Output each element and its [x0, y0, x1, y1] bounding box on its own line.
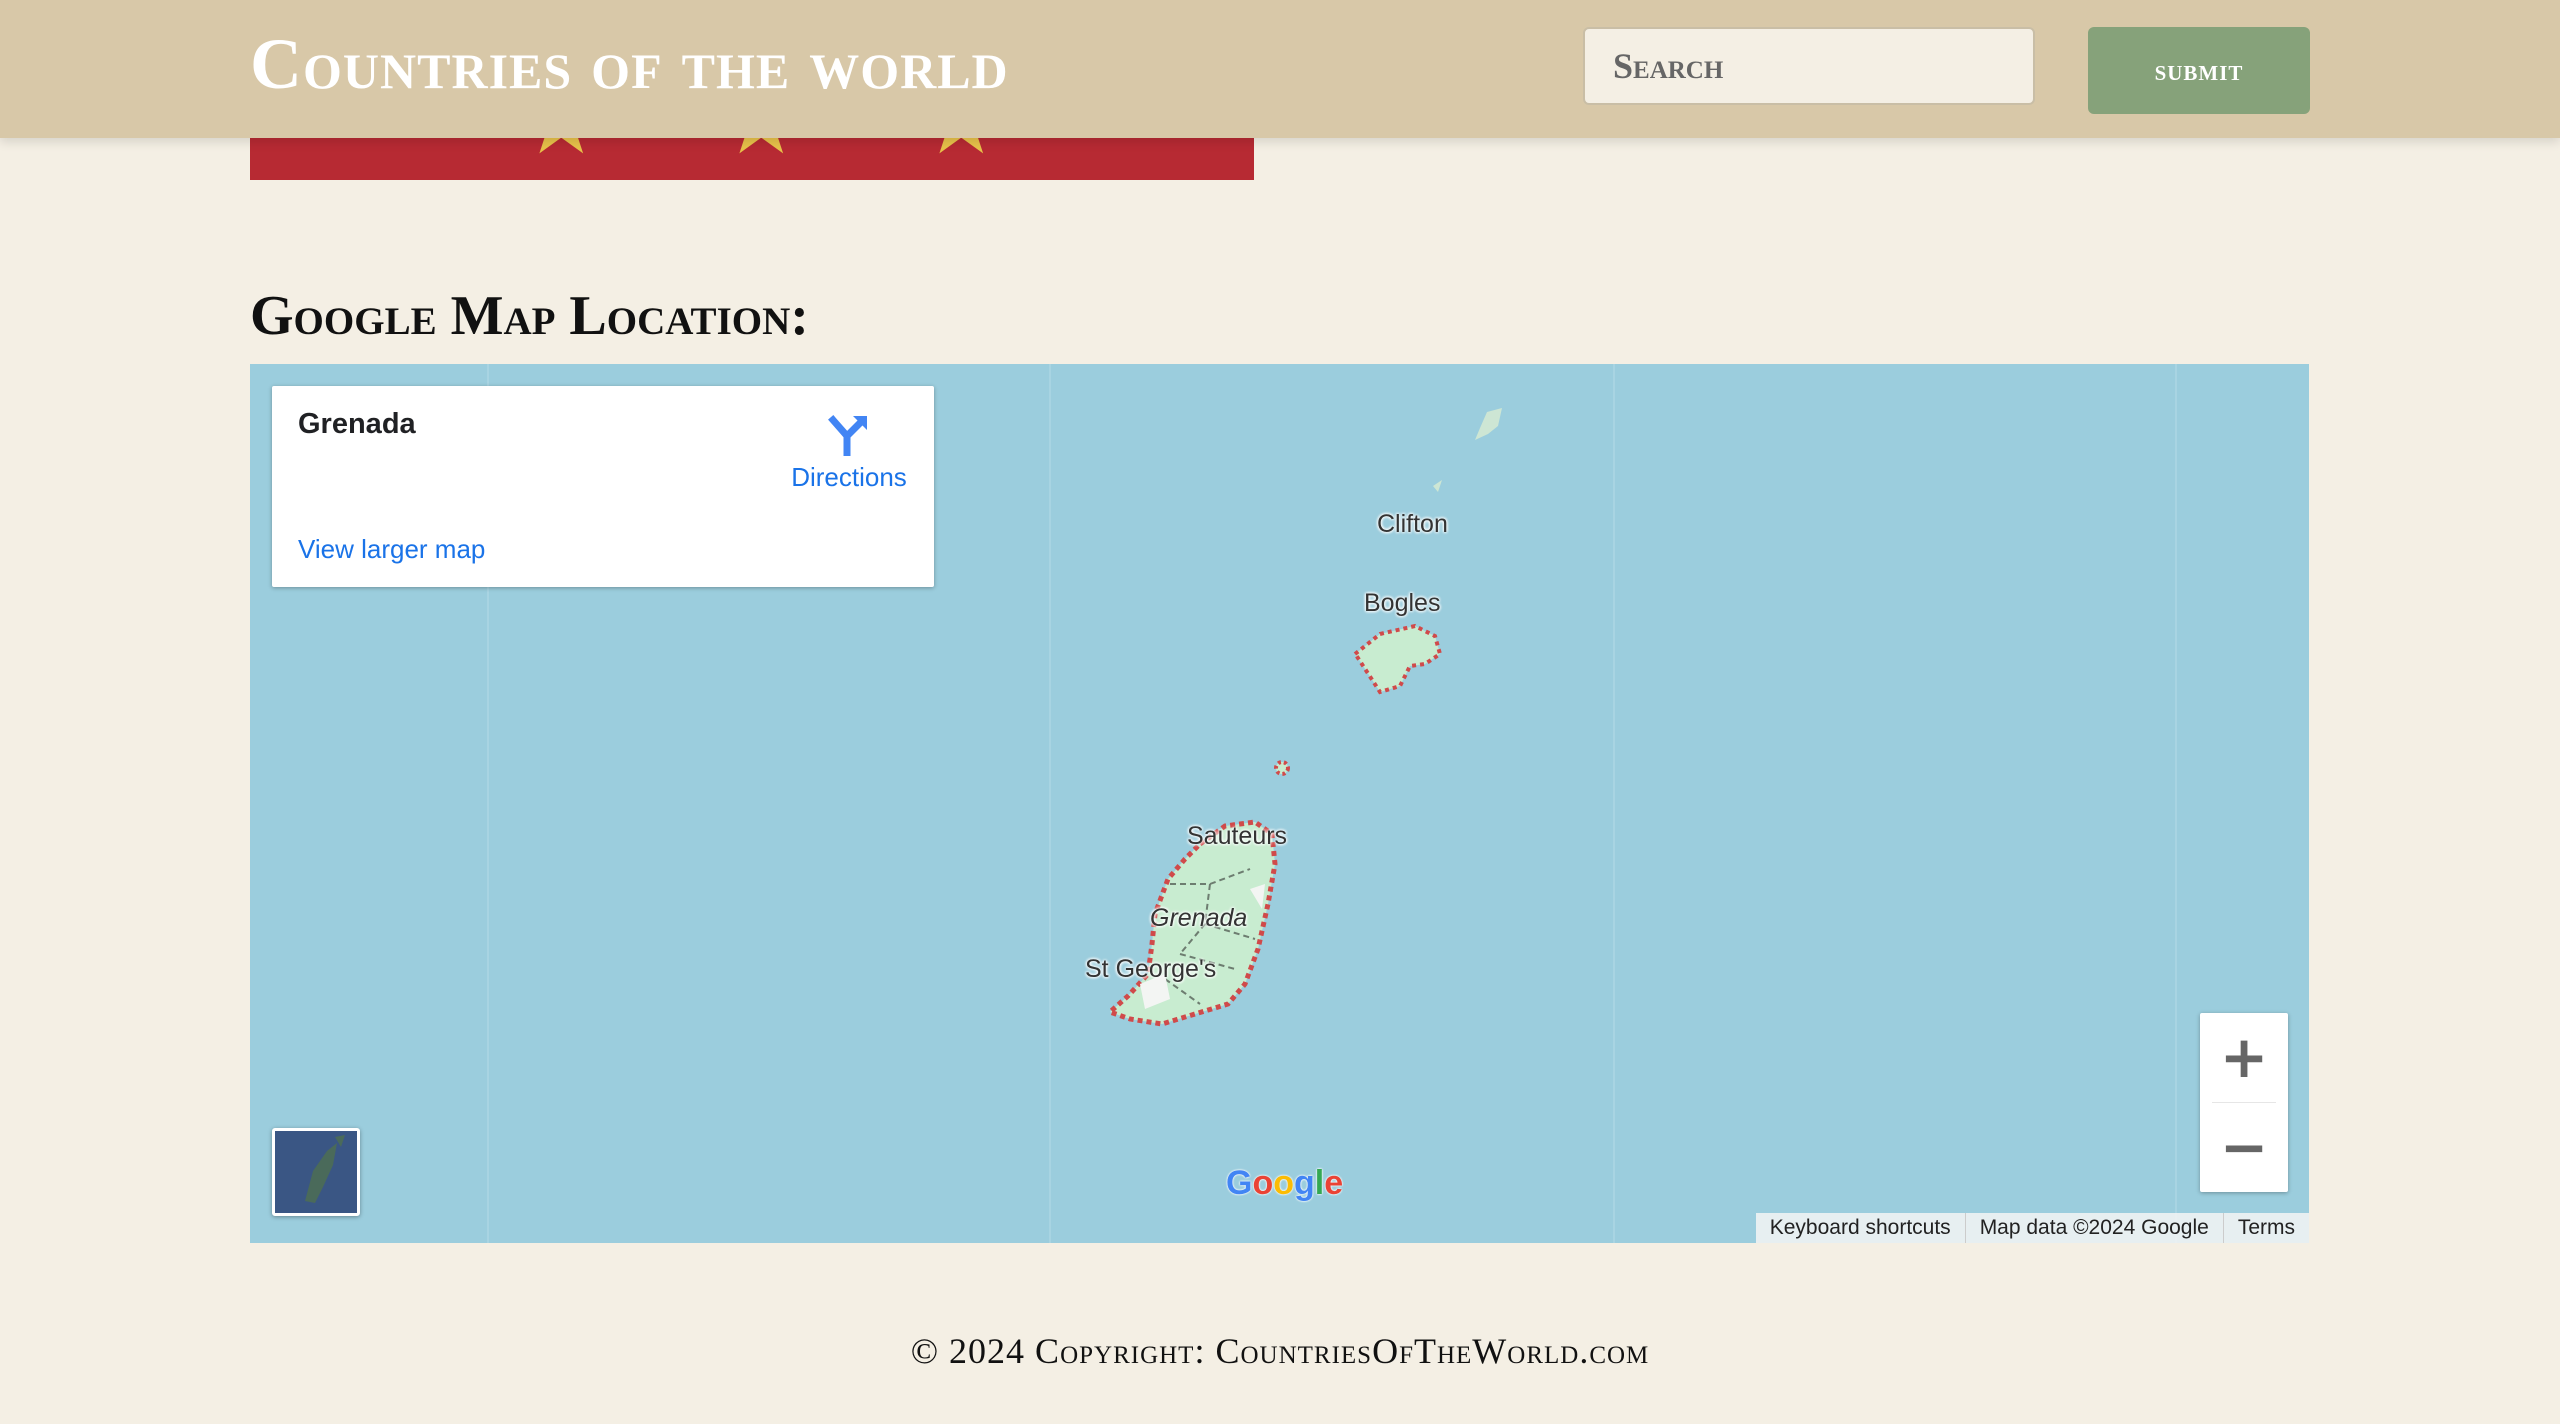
site-header: Countries of the world submit: [0, 0, 2560, 138]
map-label-grenada: Grenada: [1150, 904, 1248, 932]
google-logo-letter: o: [1252, 1164, 1274, 1202]
google-logo-letter: G: [1226, 1164, 1253, 1202]
view-larger-map-link[interactable]: View larger map: [298, 534, 485, 565]
search-input[interactable]: [1583, 27, 2035, 105]
keyboard-shortcuts-link[interactable]: Keyboard shortcuts: [1756, 1213, 1965, 1243]
google-logo-letter: e: [1324, 1164, 1344, 1202]
google-logo-letter: l: [1314, 1164, 1325, 1202]
satellite-thumbnail-icon: [275, 1131, 357, 1213]
terms-link[interactable]: Terms: [2222, 1213, 2309, 1243]
google-logo-letter: o: [1273, 1164, 1295, 1202]
google-map[interactable]: Grenada Directions View larger map Clift…: [250, 364, 2309, 1243]
zoom-out-button[interactable]: −: [2200, 1103, 2288, 1191]
directions-label: Directions: [791, 462, 907, 492]
map-attribution-bar: Keyboard shortcuts Map data ©2024 Google…: [1755, 1213, 2309, 1243]
zoom-control: + −: [2200, 1013, 2288, 1192]
zoom-in-button[interactable]: +: [2200, 1013, 2288, 1101]
directions-button[interactable]: Directions: [774, 408, 924, 493]
map-label-bogles: Bogles: [1364, 589, 1441, 617]
directions-icon: [828, 415, 867, 456]
map-label-clifton: Clifton: [1377, 510, 1448, 538]
map-label-st-georges: St George's: [1085, 955, 1217, 983]
submit-button[interactable]: submit: [2088, 27, 2310, 114]
place-info-card: Grenada Directions View larger map: [272, 386, 934, 587]
section-heading: Google Map Location:: [250, 285, 809, 347]
google-logo-letter: g: [1294, 1164, 1315, 1202]
satellite-layer-toggle[interactable]: [272, 1128, 360, 1216]
carriacou-island: [1352, 623, 1443, 695]
site-title[interactable]: Countries of the world: [250, 14, 1009, 114]
map-data-attribution: Map data ©2024 Google: [1964, 1213, 2223, 1243]
footer-copyright: © 2024 Copyright: CountriesOfTheWorld.co…: [910, 1331, 1650, 1371]
map-label-sauteurs: Sauteurs: [1187, 822, 1288, 850]
place-name: Grenada: [298, 408, 416, 440]
google-logo[interactable]: Google: [1226, 1164, 1343, 1203]
